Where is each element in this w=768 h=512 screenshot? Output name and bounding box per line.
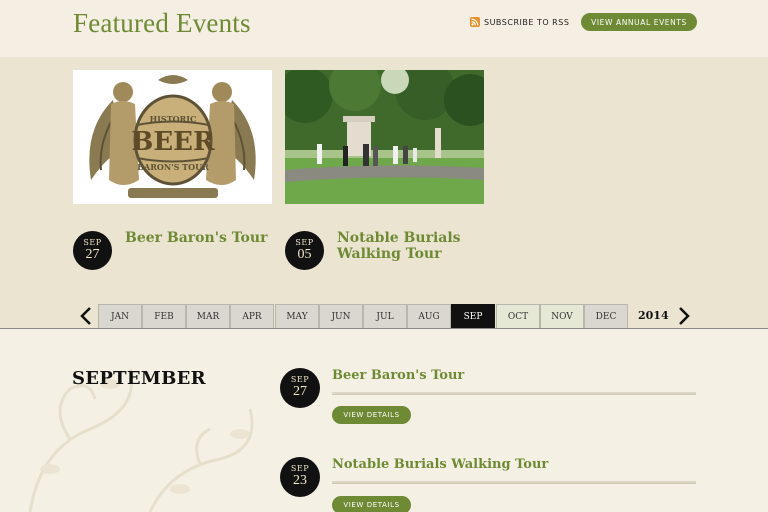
featured-card[interactable]: HISTORIC BEER BARON'S TOUR SEP 27 Beer B…	[73, 70, 272, 270]
featured-card[interactable]: SEP 05 Notable Burials Walking Tour	[285, 70, 484, 270]
event-date-day: 27	[293, 384, 307, 399]
notable-burials-image[interactable]	[285, 70, 484, 204]
rss-icon	[470, 17, 480, 27]
event-date-month: SEP	[290, 375, 310, 384]
chevron-right-icon[interactable]	[677, 306, 691, 326]
beer-baron-logo: HISTORIC BEER BARON'S TOUR	[89, 75, 256, 198]
month-heading: SEPTEMBER	[72, 368, 206, 389]
view-details-button[interactable]: View Details	[332, 406, 411, 424]
featured-date-month: SEP	[83, 238, 102, 247]
view-annual-events-button[interactable]: View Annual Events	[581, 13, 697, 31]
beer-barons-tour-image[interactable]: HISTORIC BEER BARON'S TOUR	[73, 70, 272, 204]
featured-title-link[interactable]: Beer Baron's Tour	[125, 230, 275, 246]
event-title-link[interactable]: Beer Baron's Tour	[332, 368, 464, 383]
month-tab-dec[interactable]: DEC	[584, 304, 628, 328]
featured-date-month: SEP	[295, 238, 314, 247]
featured-date-day: 05	[297, 247, 312, 262]
year-label: 2014	[638, 309, 669, 322]
featured-date-badge: SEP 05	[285, 231, 324, 270]
page-title: Featured Events	[73, 8, 251, 38]
beer-logo-text-mid: BEER	[131, 127, 215, 157]
subscribe-rss-link[interactable]: Subscribe to RSS	[470, 15, 569, 29]
event-divider	[332, 481, 696, 484]
event-date-badge: SEP 27	[280, 368, 320, 408]
month-tab-sep[interactable]: SEP	[451, 304, 495, 334]
featured-events: HISTORIC BEER BARON'S TOUR SEP 27 Beer B…	[0, 57, 768, 328]
event-title-link[interactable]: Notable Burials Walking Tour	[332, 457, 548, 472]
beer-logo-text-top: HISTORIC	[150, 114, 197, 124]
month-tab-nov[interactable]: NOV	[540, 304, 584, 328]
month-tab-aug[interactable]: AUG	[407, 304, 451, 328]
month-tab-mar[interactable]: MAR	[186, 304, 230, 328]
event-date-day: 23	[293, 473, 307, 488]
beer-logo-text-bot: BARON'S TOUR	[137, 162, 209, 172]
month-tab-feb[interactable]: FEB	[142, 304, 186, 328]
featured-title-link[interactable]: Notable Burials Walking Tour	[337, 230, 487, 262]
chevron-left-icon[interactable]	[79, 306, 93, 326]
rss-label: Subscribe to RSS	[484, 17, 570, 27]
featured-date-day: 27	[85, 247, 100, 262]
view-details-button[interactable]: View Details	[332, 496, 411, 512]
site-header: Featured Events Subscribe to RSS View An…	[0, 0, 768, 57]
event-divider	[332, 392, 696, 395]
month-tab-may[interactable]: MAY	[275, 304, 319, 328]
featured-date-badge: SEP 27	[73, 231, 112, 270]
month-tab-apr[interactable]: APR	[230, 304, 274, 328]
vine-decoration	[28, 368, 254, 512]
event-date-month: SEP	[290, 464, 310, 473]
month-tab-jul[interactable]: JUL	[363, 304, 407, 328]
month-tab-jun[interactable]: JUN	[319, 304, 363, 328]
cemetery-photo	[285, 70, 484, 204]
month-tab-oct[interactable]: OCT	[496, 304, 540, 328]
event-date-badge: SEP 23	[280, 457, 320, 497]
month-tab-jan[interactable]: JAN	[98, 304, 142, 328]
